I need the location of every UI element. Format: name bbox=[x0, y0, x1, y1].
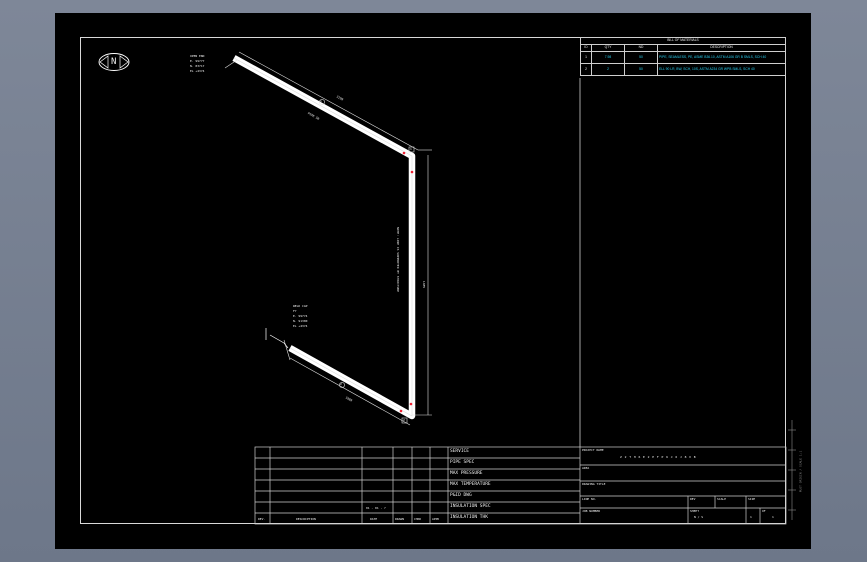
side-ruler bbox=[788, 420, 796, 520]
field-pid-dwg: P&ID DWG bbox=[450, 493, 472, 498]
job-number-label: JOB NUMBER bbox=[582, 509, 601, 513]
rev-header: DESCRIPTION bbox=[296, 517, 316, 521]
field-service: SERVICE bbox=[450, 449, 469, 454]
scale-label: SCALE bbox=[717, 497, 727, 501]
bom-cell: 7.98 bbox=[591, 51, 625, 64]
pipe-route bbox=[232, 55, 416, 420]
bom-title: BILL OF MATERIALS bbox=[580, 37, 786, 45]
rev-label: REV bbox=[690, 497, 696, 501]
callout-line: OPEN END bbox=[190, 54, 205, 58]
field-pipe-spec: PIPE SPEC bbox=[450, 460, 475, 465]
bom-cell: 50 bbox=[624, 51, 658, 64]
side-text: PLOT ORIGIN / SCALE 1:1 bbox=[798, 450, 803, 493]
rev-header: DATE bbox=[370, 517, 378, 521]
title-block-grid bbox=[254, 446, 787, 525]
marker-label: 2 bbox=[340, 382, 342, 386]
area-label: AREA bbox=[582, 466, 590, 470]
sheet-label: SHEET bbox=[690, 509, 700, 513]
bom-header: DESCRIPTION bbox=[657, 44, 786, 52]
callout-line: E. 99777 bbox=[190, 59, 205, 63]
bom-cell: PIPE, SEAMLESS, PE, ASME B36.10, ASTM A1… bbox=[657, 51, 786, 64]
callout-line: E. 99774 bbox=[293, 314, 308, 318]
drawing-canvas bbox=[98, 51, 796, 525]
north-label: N bbox=[111, 57, 117, 67]
bom-header: ND bbox=[624, 44, 658, 52]
callout-line: F7 bbox=[293, 309, 297, 313]
marker-label: 1 bbox=[320, 99, 322, 103]
rev-header: APPD bbox=[432, 517, 440, 521]
rev-header: CHKD bbox=[414, 517, 422, 521]
rev-header: REV. bbox=[258, 517, 266, 521]
callout-line: EL +4374 bbox=[190, 69, 205, 73]
marker-label: 2 bbox=[403, 418, 405, 422]
project-name-label: PROJECT NAME bbox=[582, 448, 604, 452]
size-label: SIZE bbox=[748, 497, 756, 501]
drawing-title-label: DRAWING TITLE bbox=[582, 482, 606, 486]
table-row: 1 7.98 50 PIPE, SEAMLESS, PE, ASME B36.1… bbox=[580, 51, 786, 64]
field-max-temperature: MAX TEMPERATURE bbox=[450, 482, 491, 487]
marker-label: 1 bbox=[410, 147, 412, 151]
callout-line: N. 83717 bbox=[190, 64, 205, 68]
callout-line: N. 91300 bbox=[293, 319, 308, 323]
bom-header: QTY bbox=[591, 44, 625, 52]
callout-line: EL +4374 bbox=[293, 324, 308, 328]
bom-cell: 1 bbox=[580, 51, 592, 64]
sheet-of: 1 bbox=[772, 515, 774, 519]
sheet-no: 1 bbox=[750, 515, 752, 519]
table-row: 2 2 50 ELL 90 LR, BW, SCH, 10S, ASTM A23… bbox=[580, 63, 786, 76]
callout-line: WELD CAP bbox=[293, 304, 308, 308]
field-insulation-thk: INSULATION THK bbox=[450, 515, 488, 520]
weld-cap-icon bbox=[265, 328, 289, 349]
rev-header: DRAWN bbox=[395, 517, 405, 521]
bom-cell: 2 bbox=[591, 63, 625, 76]
field-max-pressure: MAX PRESSURE bbox=[450, 471, 483, 476]
vertical-note: NOTE: LINE IS SUPPORTED BY STRUCTURE bbox=[396, 226, 401, 293]
bill-of-materials: BILL OF MATERIALS ID QTY ND DESCRIPTION … bbox=[580, 37, 786, 78]
bom-cell: 50 bbox=[624, 63, 658, 76]
project-name-value: Z 2 T H 6 E 2 E F P 6 J 6 J 8 X B bbox=[620, 455, 697, 459]
of-label: OF bbox=[762, 509, 766, 513]
scale-value: N / S bbox=[694, 515, 704, 519]
line-no-label: LINE NO. bbox=[582, 497, 597, 501]
bom-header: ID bbox=[580, 44, 592, 52]
bom-cell: ELL 90 LR, BW, SCH, 10S, ASTM A234 GR WP… bbox=[657, 63, 786, 76]
bom-cell: 2 bbox=[580, 63, 592, 76]
field-insulation-spec: INSULATION SPEC bbox=[450, 504, 491, 509]
dimension-vertical-run: 1485 bbox=[422, 280, 427, 289]
revision-note: 01 - 01 - ? bbox=[366, 506, 386, 510]
